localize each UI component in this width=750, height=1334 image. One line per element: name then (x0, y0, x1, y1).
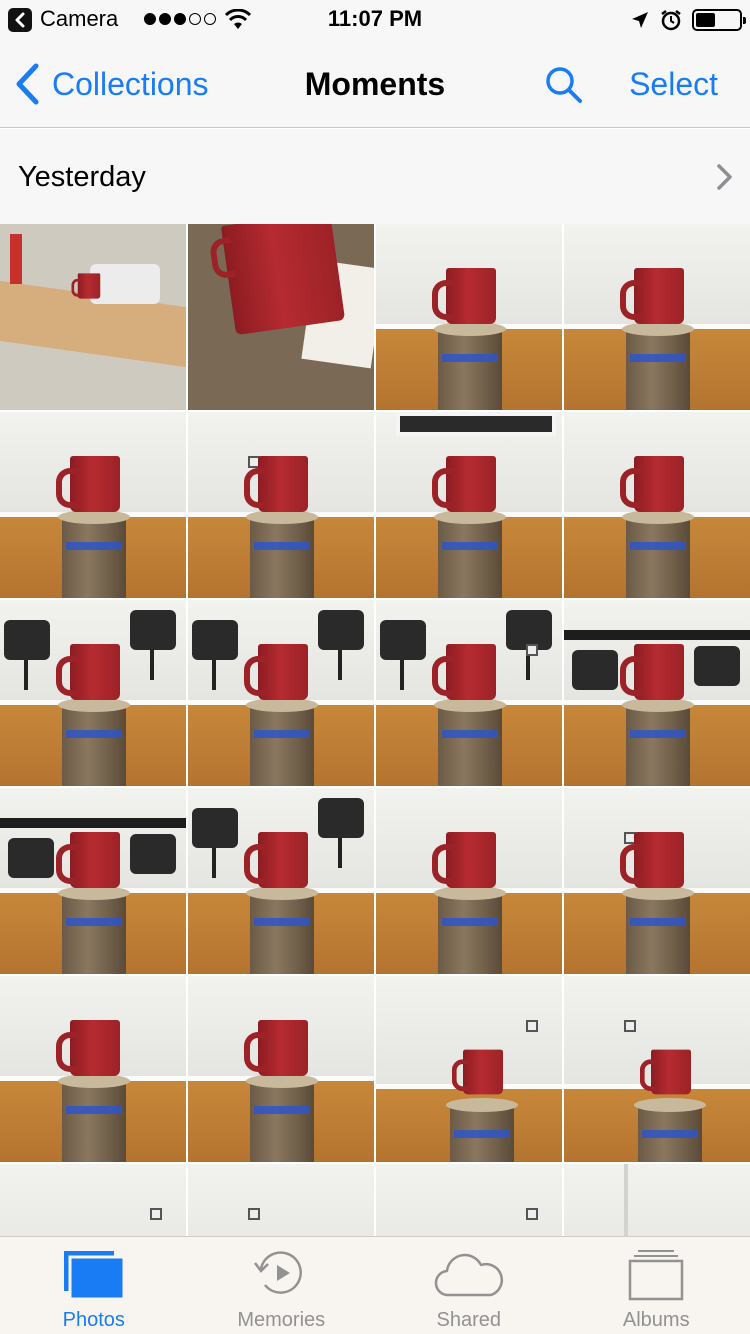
photo-thumbnail[interactable] (0, 600, 186, 786)
search-icon[interactable] (542, 64, 586, 104)
photo-grid (0, 224, 750, 1236)
alarm-icon (661, 10, 681, 31)
photo-thumbnail[interactable] (188, 412, 374, 598)
photo-thumbnail[interactable] (564, 224, 750, 410)
chevron-right-icon (717, 164, 732, 190)
tab-albums[interactable]: Albums (563, 1237, 750, 1334)
location-arrow-icon (632, 12, 648, 28)
photo-thumbnail[interactable] (376, 412, 562, 598)
cloud-icon (434, 1253, 503, 1297)
tab-label-albums: Albums (622, 1309, 690, 1331)
photos-icon (63, 1251, 126, 1301)
status-bar: Camera 11:07 PM (0, 0, 750, 40)
chevron-left-icon (16, 63, 39, 105)
photo-thumbnail[interactable] (376, 1164, 562, 1236)
photo-thumbnail[interactable] (0, 788, 186, 974)
photo-thumbnail[interactable] (188, 976, 374, 1162)
photo-thumbnail[interactable] (188, 788, 374, 974)
photo-thumbnail[interactable] (376, 976, 562, 1162)
photo-thumbnail[interactable] (188, 1164, 374, 1236)
photo-thumbnail[interactable] (0, 976, 186, 1162)
select-button[interactable]: Select (629, 66, 718, 103)
photo-thumbnail[interactable] (376, 224, 562, 410)
photo-thumbnail[interactable] (0, 224, 186, 410)
tab-shared[interactable]: Shared (375, 1237, 563, 1334)
tab-label-shared: Shared (436, 1309, 502, 1331)
albums-icon (629, 1250, 684, 1301)
photo-thumbnail[interactable] (376, 788, 562, 974)
collections-back-label[interactable]: Collections (52, 66, 209, 103)
photo-thumbnail[interactable] (376, 600, 562, 786)
photo-thumbnail[interactable] (564, 788, 750, 974)
collections-back-button[interactable]: Collections (14, 60, 209, 108)
photo-thumbnail[interactable] (564, 600, 750, 786)
photo-thumbnail[interactable] (0, 412, 186, 598)
photo-thumbnail[interactable] (564, 412, 750, 598)
tab-memories[interactable]: Memories (188, 1237, 376, 1334)
photo-thumbnail[interactable] (564, 976, 750, 1162)
memories-icon (254, 1251, 303, 1294)
tab-label-memories: Memories (237, 1309, 326, 1331)
photo-thumbnail[interactable] (188, 224, 374, 410)
photo-thumbnail[interactable] (188, 600, 374, 786)
section-title: Yesterday (18, 161, 146, 193)
battery-icon (692, 9, 746, 31)
tab-photos[interactable]: Photos (0, 1237, 188, 1334)
tab-bar: Photos Memories Shared Albums (0, 1236, 750, 1334)
photo-thumbnail[interactable] (0, 1164, 186, 1236)
photo-thumbnail[interactable] (564, 1164, 750, 1236)
tab-label-photos: Photos (62, 1309, 125, 1331)
navigation-bar: Collections Moments Select (0, 40, 750, 128)
moment-section-header[interactable]: Yesterday (0, 129, 750, 224)
